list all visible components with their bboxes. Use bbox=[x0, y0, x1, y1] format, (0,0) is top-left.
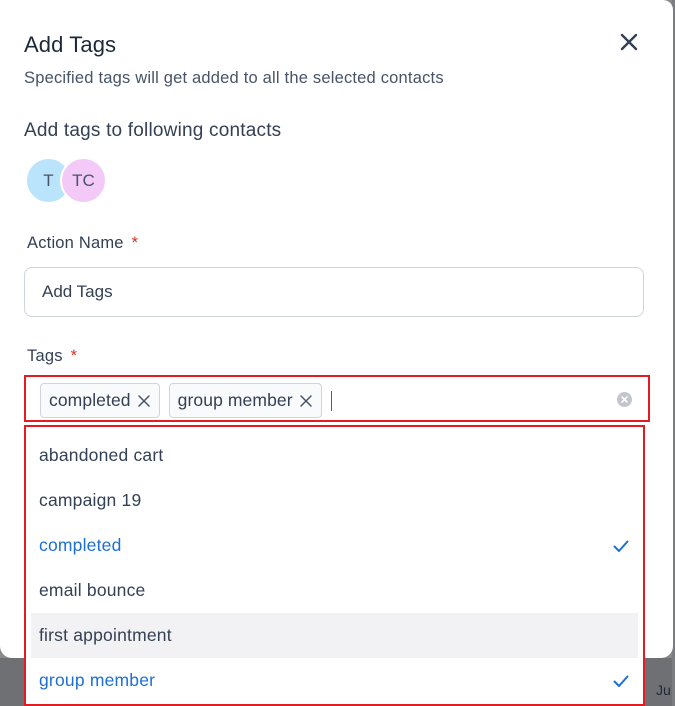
dropdown-option[interactable]: completed bbox=[31, 523, 638, 568]
dropdown-option[interactable]: group member bbox=[31, 658, 638, 703]
modal-title: Add Tags bbox=[24, 32, 117, 57]
contact-avatars: T TC bbox=[25, 157, 115, 205]
action-name-label-text: Action Name bbox=[27, 234, 124, 252]
tag-chip: group member bbox=[168, 383, 322, 418]
close-icon bbox=[620, 33, 638, 51]
remove-tag-icon[interactable] bbox=[137, 394, 151, 408]
tags-label: Tags * bbox=[27, 347, 77, 366]
dropdown-option[interactable]: email bounce bbox=[31, 568, 638, 613]
action-name-value: Add Tags bbox=[42, 282, 113, 301]
action-name-input[interactable]: Add Tags bbox=[24, 267, 644, 317]
required-asterisk: * bbox=[70, 347, 78, 365]
tags-dropdown-menu: abandoned cart campaign 19 completed ema… bbox=[24, 425, 645, 706]
modal-subtitle: Specified tags will get added to all the… bbox=[24, 69, 444, 87]
clear-all-icon[interactable] bbox=[617, 392, 632, 407]
tag-chip-label: group member bbox=[177, 390, 293, 410]
background-text: Ju bbox=[656, 682, 671, 698]
option-label: email bounce bbox=[39, 580, 146, 600]
avatar[interactable]: TC bbox=[60, 157, 107, 204]
option-label: campaign 19 bbox=[39, 490, 142, 510]
required-asterisk: * bbox=[131, 234, 139, 252]
option-label: first appointment bbox=[39, 625, 172, 645]
remove-tag-icon[interactable] bbox=[299, 394, 313, 408]
dropdown-option[interactable]: abandoned cart bbox=[31, 433, 638, 478]
option-label: group member bbox=[39, 670, 156, 690]
action-name-label: Action Name * bbox=[27, 234, 138, 253]
text-caret[interactable] bbox=[330, 390, 332, 411]
check-icon bbox=[613, 675, 629, 687]
check-icon bbox=[613, 540, 629, 552]
dropdown-option[interactable]: first appointment bbox=[31, 613, 638, 658]
close-button[interactable] bbox=[617, 30, 641, 54]
tags-label-text: Tags bbox=[27, 347, 63, 365]
tag-chip-label: completed bbox=[49, 390, 131, 410]
tags-select[interactable]: completed group member bbox=[24, 375, 650, 422]
option-label: abandoned cart bbox=[39, 445, 164, 465]
option-label: completed bbox=[39, 535, 122, 555]
contacts-heading: Add tags to following contacts bbox=[24, 120, 282, 141]
dropdown-option[interactable]: campaign 19 bbox=[31, 478, 638, 523]
tag-chip: completed bbox=[40, 383, 160, 418]
